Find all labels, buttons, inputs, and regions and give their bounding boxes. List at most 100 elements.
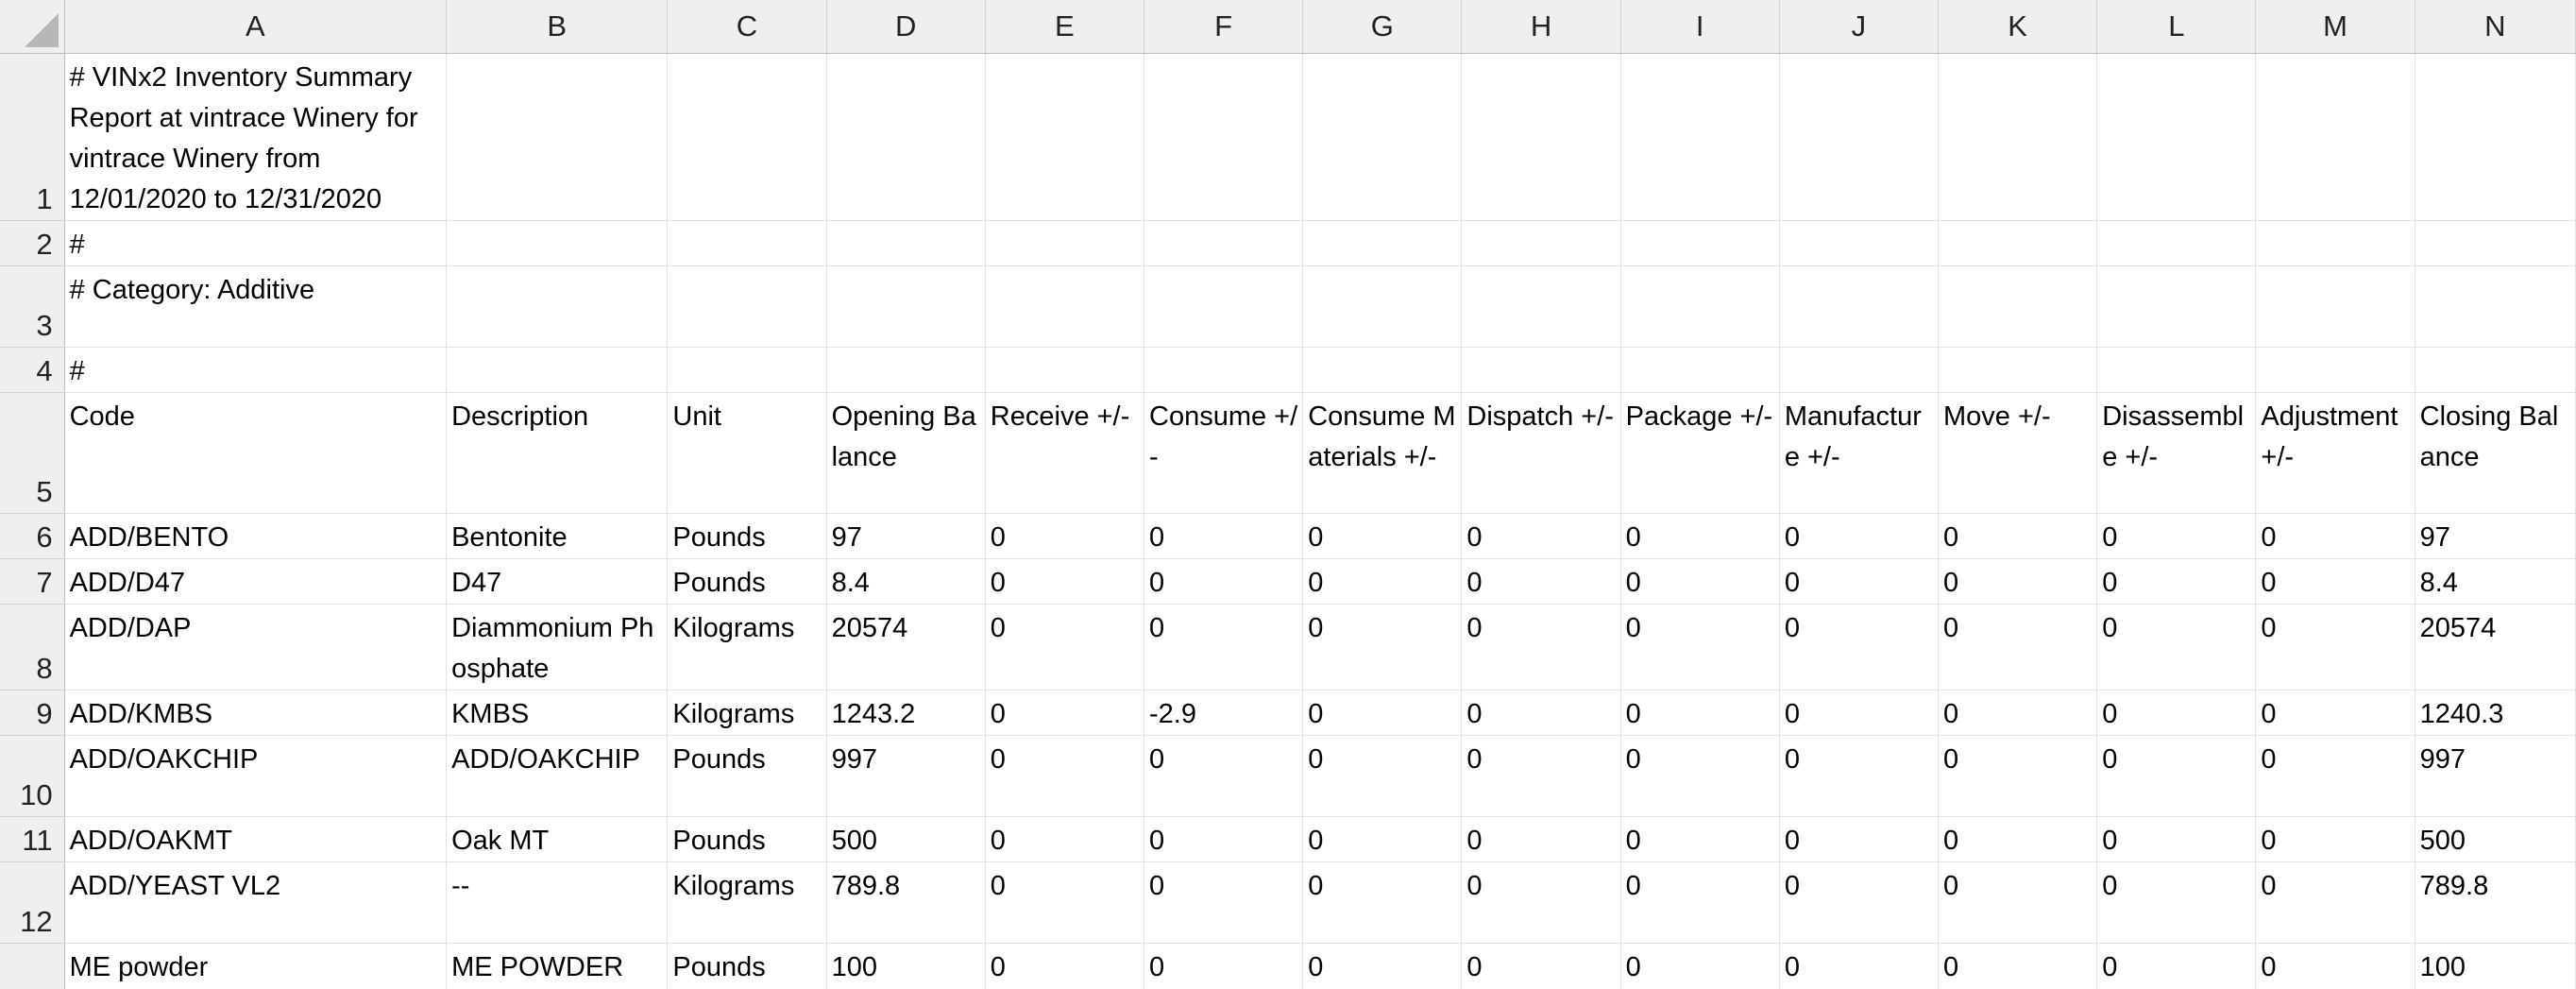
cell-l6[interactable]: 0 <box>2096 513 2257 559</box>
cell-k7[interactable]: 0 <box>1938 558 2098 605</box>
cell-j12[interactable]: 0 <box>1779 861 1940 944</box>
column-header-f[interactable]: F <box>1144 0 1304 54</box>
cell-e3[interactable] <box>985 265 1145 348</box>
column-header-e[interactable]: E <box>985 0 1145 54</box>
cell-f2[interactable] <box>1144 220 1304 266</box>
cell-e2[interactable] <box>985 220 1145 266</box>
cell-e10[interactable]: 0 <box>985 735 1145 817</box>
cell-a11[interactable]: ADD/OAKMT <box>64 816 448 862</box>
cell-g7[interactable]: 0 <box>1302 558 1463 605</box>
cell-e9[interactable]: 0 <box>985 690 1145 736</box>
cell-n6[interactable]: 97 <box>2415 513 2576 559</box>
cell-k10[interactable]: 0 <box>1938 735 2098 817</box>
cell-m1[interactable] <box>2255 53 2415 221</box>
cell-e1[interactable] <box>985 53 1145 221</box>
row-header-9[interactable]: 9 <box>0 690 65 736</box>
cell-f3[interactable] <box>1144 265 1304 348</box>
cell-d7[interactable]: 8.4 <box>826 558 986 605</box>
cell-i4[interactable] <box>1620 347 1780 393</box>
cell-l1[interactable] <box>2096 53 2257 221</box>
cell-c8[interactable]: Kilograms <box>667 604 827 691</box>
cell-l7[interactable]: 0 <box>2096 558 2257 605</box>
cell-m12[interactable]: 0 <box>2255 861 2415 944</box>
cell-j8[interactable]: 0 <box>1779 604 1940 691</box>
cell-b7[interactable]: D47 <box>446 558 669 605</box>
cell-l8[interactable]: 0 <box>2096 604 2257 691</box>
row-header-1[interactable]: 1 <box>0 53 65 221</box>
cell-b1[interactable] <box>446 53 669 221</box>
cell-g3[interactable] <box>1302 265 1463 348</box>
cell-f12[interactable]: 0 <box>1144 861 1304 944</box>
cell-b10[interactable]: ADD/OAKCHIP <box>446 735 669 817</box>
cell-e11[interactable]: 0 <box>985 816 1145 862</box>
cell-n12[interactable]: 789.8 <box>2415 861 2576 944</box>
cell-k11[interactable]: 0 <box>1938 816 2098 862</box>
cell-c5[interactable]: Unit <box>667 392 827 514</box>
cell-c12[interactable]: Kilograms <box>667 861 827 944</box>
cell-i11[interactable]: 0 <box>1620 816 1780 862</box>
cell-n10[interactable]: 997 <box>2415 735 2576 817</box>
cell-f10[interactable]: 0 <box>1144 735 1304 817</box>
cell-d10[interactable]: 997 <box>826 735 986 817</box>
cell-k4[interactable] <box>1938 347 2098 393</box>
cell-d1[interactable] <box>826 53 986 221</box>
cell-j7[interactable]: 0 <box>1779 558 1940 605</box>
cell-c1[interactable] <box>667 53 827 221</box>
cell-f5[interactable]: Consume +/- <box>1144 392 1304 514</box>
cell-a1[interactable]: # VINx2 Inventory Summary Report at vint… <box>64 53 448 221</box>
cell-e8[interactable]: 0 <box>985 604 1145 691</box>
cell-l11[interactable]: 0 <box>2096 816 2257 862</box>
cell-e6[interactable]: 0 <box>985 513 1145 559</box>
cell-a7[interactable]: ADD/D47 <box>64 558 448 605</box>
cell-j4[interactable] <box>1779 347 1940 393</box>
cell-h5[interactable]: Dispatch +/- <box>1461 392 1621 514</box>
cell-h12[interactable]: 0 <box>1461 861 1621 944</box>
cell-f1[interactable] <box>1144 53 1304 221</box>
row-header-7[interactable]: 7 <box>0 558 65 605</box>
cell-n5[interactable]: Closing Balance <box>2415 392 2576 514</box>
row-header-8[interactable]: 8 <box>0 604 65 691</box>
cell-g9[interactable]: 0 <box>1302 690 1463 736</box>
cell-m9[interactable]: 0 <box>2255 690 2415 736</box>
cell-i8[interactable]: 0 <box>1620 604 1780 691</box>
cell-a4[interactable]: # <box>64 347 448 393</box>
cell-m11[interactable]: 0 <box>2255 816 2415 862</box>
cell-b4[interactable] <box>446 347 669 393</box>
cell-d5[interactable]: Opening Balance <box>826 392 986 514</box>
cell-h1[interactable] <box>1461 53 1621 221</box>
cell-m2[interactable] <box>2255 220 2415 266</box>
row-header-6[interactable]: 6 <box>0 513 65 559</box>
cell-k12[interactable]: 0 <box>1938 861 2098 944</box>
cell-g10[interactable]: 0 <box>1302 735 1463 817</box>
cell-b9[interactable]: KMBS <box>446 690 669 736</box>
cell-e12[interactable]: 0 <box>985 861 1145 944</box>
cell-g13[interactable]: 0 <box>1302 943 1463 989</box>
cell-d2[interactable] <box>826 220 986 266</box>
cell-h4[interactable] <box>1461 347 1621 393</box>
cell-b12[interactable]: -- <box>446 861 669 944</box>
cell-c2[interactable] <box>667 220 827 266</box>
cell-g5[interactable]: Consume Materials +/- <box>1302 392 1463 514</box>
cell-n7[interactable]: 8.4 <box>2415 558 2576 605</box>
cell-j2[interactable] <box>1779 220 1940 266</box>
cell-k13[interactable]: 0 <box>1938 943 2098 989</box>
cell-i3[interactable] <box>1620 265 1780 348</box>
cell-j5[interactable]: Manufacture +/- <box>1779 392 1940 514</box>
cell-l9[interactable]: 0 <box>2096 690 2257 736</box>
row-header-2[interactable]: 2 <box>0 220 65 266</box>
cell-g8[interactable]: 0 <box>1302 604 1463 691</box>
cell-a3[interactable]: # Category: Additive <box>64 265 448 348</box>
cell-l2[interactable] <box>2096 220 2257 266</box>
cell-f13[interactable]: 0 <box>1144 943 1304 989</box>
cell-l3[interactable] <box>2096 265 2257 348</box>
cell-k8[interactable]: 0 <box>1938 604 2098 691</box>
cell-l12[interactable]: 0 <box>2096 861 2257 944</box>
cell-h11[interactable]: 0 <box>1461 816 1621 862</box>
cell-i5[interactable]: Package +/- <box>1620 392 1780 514</box>
cell-b6[interactable]: Bentonite <box>446 513 669 559</box>
column-header-g[interactable]: G <box>1302 0 1463 54</box>
cell-e5[interactable]: Receive +/- <box>985 392 1145 514</box>
cell-c10[interactable]: Pounds <box>667 735 827 817</box>
cell-b5[interactable]: Description <box>446 392 669 514</box>
cell-h7[interactable]: 0 <box>1461 558 1621 605</box>
